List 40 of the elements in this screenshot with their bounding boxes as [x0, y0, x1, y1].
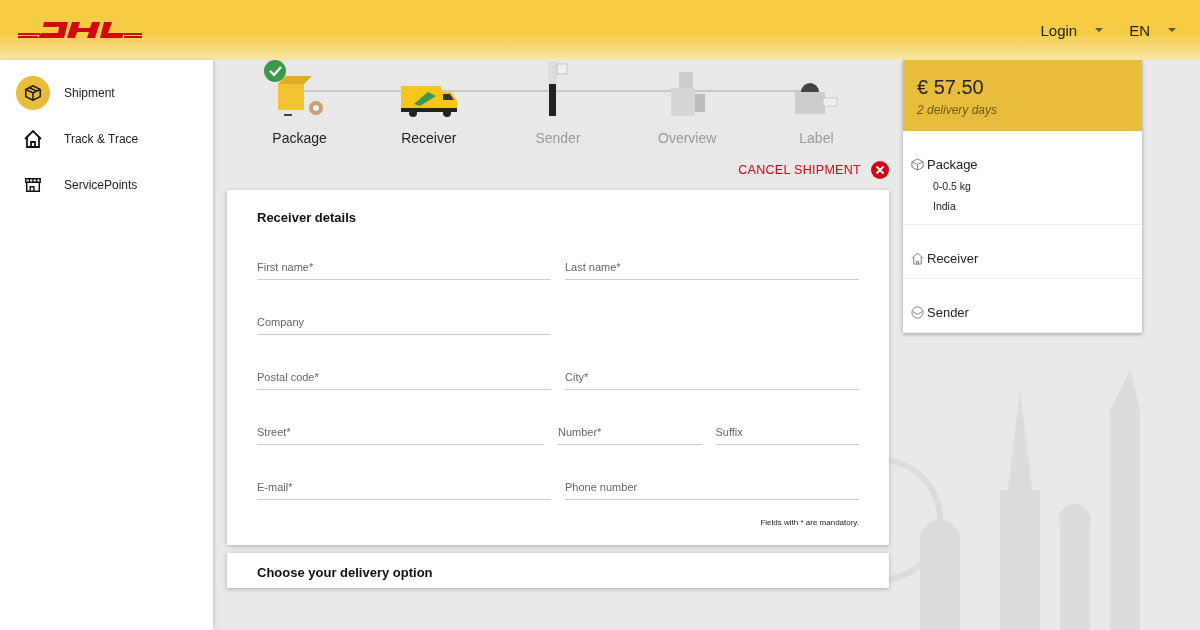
- input-field[interactable]: Suffix: [715, 420, 859, 445]
- input-field[interactable]: Last name*: [565, 255, 859, 280]
- sidebar-item[interactable]: Track & Trace: [0, 116, 213, 162]
- form-title: Receiver details: [257, 210, 357, 225]
- sidebar-label: Track & Trace: [64, 132, 139, 146]
- caret-icon: [1095, 28, 1104, 32]
- box-icon: [911, 158, 924, 171]
- box-icon: [24, 84, 42, 102]
- summary-heading: Package: [927, 157, 978, 172]
- step-label[interactable]: Package: [272, 130, 327, 146]
- section-title: Choose your delivery option: [257, 565, 434, 580]
- cancel-shipment-button[interactable]: CANCEL SHIPMENT: [738, 156, 889, 184]
- sidebar-item[interactable]: Shipment: [0, 70, 213, 116]
- language-dropdown[interactable]: EN: [1117, 21, 1182, 39]
- sidebar-label: ServicePoints: [64, 178, 138, 192]
- login-dropdown[interactable]: Login: [1028, 21, 1110, 39]
- price: € 57.50: [917, 76, 985, 99]
- house-icon: [911, 252, 924, 265]
- caret-icon: [1168, 28, 1176, 32]
- sidebar-label: Shipment: [64, 86, 115, 100]
- store-icon: [24, 176, 42, 194]
- summary-detail: 0-0.5 kg: [932, 180, 972, 192]
- mandatory-note: Fields with * are mandatory.: [759, 518, 859, 527]
- delivery-days: 2 delivery days: [917, 103, 1128, 117]
- input-field[interactable]: E-mail*: [257, 475, 551, 500]
- dhl-logo[interactable]: [18, 20, 142, 40]
- input-field[interactable]: City*: [565, 365, 859, 390]
- summary-detail: India: [932, 200, 957, 212]
- close-icon: [871, 161, 889, 179]
- step-label[interactable]: Receiver: [401, 130, 457, 146]
- house-icon: [23, 129, 43, 149]
- input-field[interactable]: Number*: [558, 420, 702, 445]
- input-field[interactable]: Company: [257, 310, 551, 335]
- summary-heading: Sender: [927, 305, 969, 320]
- input-field[interactable]: First name*: [257, 255, 551, 280]
- summary-heading: Receiver: [927, 251, 979, 266]
- sidebar-item[interactable]: ServicePoints: [0, 162, 213, 208]
- input-field[interactable]: Phone number: [565, 475, 859, 500]
- input-field[interactable]: Street*: [257, 420, 544, 445]
- input-field[interactable]: Postal code*: [257, 365, 551, 390]
